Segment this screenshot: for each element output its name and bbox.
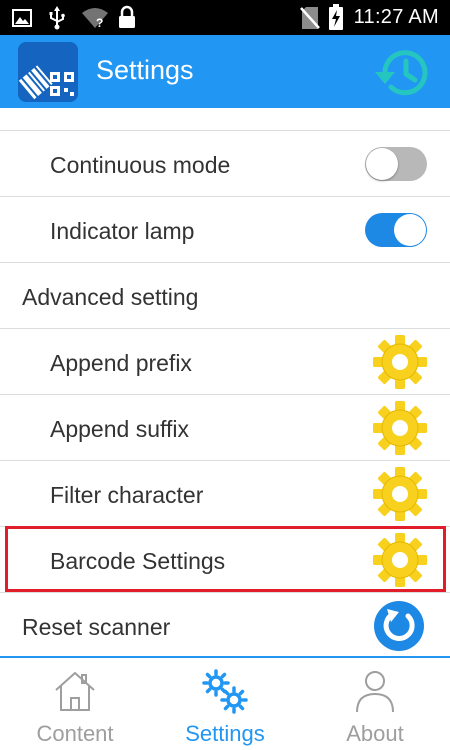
- usb-icon: [49, 6, 65, 30]
- wifi-unknown-icon: ?: [82, 8, 108, 29]
- app-bar: Settings: [0, 35, 450, 108]
- switch-knob: [394, 214, 426, 246]
- reset-scanner-label: Reset scanner: [22, 614, 171, 640]
- reset-scanner-row[interactable]: Reset scanner: [0, 593, 450, 658]
- status-bar: ? 11:27 AM: [0, 0, 450, 35]
- indicator-lamp-switch[interactable]: [365, 213, 427, 247]
- history-icon: [375, 50, 428, 96]
- page-title: Settings: [96, 55, 194, 85]
- nav-label-settings: Settings: [185, 721, 265, 746]
- continuous-mode-label: Continuous mode: [50, 152, 231, 178]
- continuous-mode-row[interactable]: Continuous mode: [0, 131, 450, 197]
- bottom-navigation: Content Settings About: [0, 656, 450, 750]
- nav-item-about[interactable]: About: [300, 658, 450, 750]
- gallery-notification-icon: [12, 9, 32, 27]
- svg-text:?: ?: [96, 16, 103, 29]
- filter-character-label: Filter character: [50, 482, 204, 508]
- indicator-lamp-label: Indicator lamp: [50, 218, 195, 244]
- person-icon: [356, 671, 394, 713]
- gears-icon: [202, 669, 248, 714]
- append-suffix-label: Append suffix: [50, 416, 189, 442]
- gear-icon[interactable]: [370, 530, 430, 590]
- continuous-mode-switch[interactable]: [365, 147, 427, 181]
- nav-label-content: Content: [36, 721, 114, 746]
- switch-knob: [366, 148, 398, 180]
- barcode-logo-icon: [18, 42, 78, 102]
- gear-icon[interactable]: [370, 398, 430, 458]
- gear-icon[interactable]: [370, 332, 430, 392]
- append-suffix-row[interactable]: Append suffix: [0, 395, 450, 461]
- append-prefix-row[interactable]: Append prefix: [0, 329, 450, 395]
- append-prefix-label: Append prefix: [50, 350, 192, 376]
- no-sim-icon: [300, 7, 320, 29]
- advanced-setting-label: Advanced setting: [22, 284, 199, 310]
- battery-charging-icon: [329, 4, 343, 30]
- settings-list: Continuous mode Indicator lamp Advanced …: [0, 108, 450, 658]
- barcode-settings-row[interactable]: Barcode Settings: [0, 527, 450, 593]
- barcode-settings-label: Barcode Settings: [50, 548, 226, 574]
- advanced-setting-header: Advanced setting: [0, 263, 450, 329]
- nav-item-settings[interactable]: Settings: [150, 658, 300, 750]
- reset-icon[interactable]: [373, 600, 425, 652]
- lock-icon: [119, 5, 135, 28]
- clock-time: 11:27 AM: [353, 6, 439, 28]
- list-item-partial: [0, 108, 450, 131]
- gear-icon[interactable]: [370, 464, 430, 524]
- nav-label-about: About: [346, 721, 404, 746]
- indicator-lamp-row[interactable]: Indicator lamp: [0, 197, 450, 263]
- nav-item-content[interactable]: Content: [0, 658, 150, 750]
- home-icon: [55, 672, 95, 711]
- history-button[interactable]: [373, 42, 435, 104]
- filter-character-row[interactable]: Filter character: [0, 461, 450, 527]
